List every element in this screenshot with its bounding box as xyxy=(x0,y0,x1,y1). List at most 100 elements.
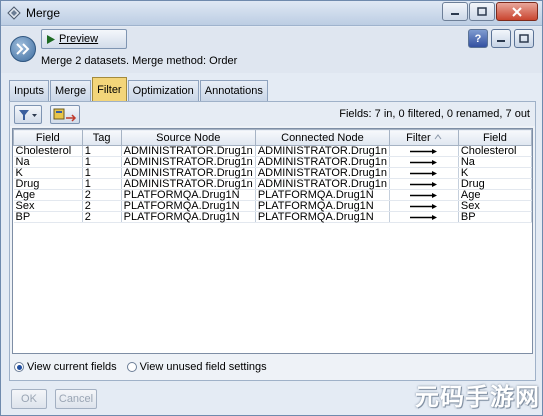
cell-connected-node: PLATFORMQA.Drug1N xyxy=(255,211,391,223)
cell-output-field[interactable]: Cholesterol xyxy=(458,145,533,157)
column-header-connected-node[interactable]: Connected Node xyxy=(254,129,391,146)
cell-connected-node: ADMINISTRATOR.Drug1n xyxy=(255,167,391,179)
node-description: Merge 2 datasets. Merge method: Order xyxy=(41,55,238,67)
table-row[interactable]: Cholesterol 1 ADMINISTRATOR.Drug1n ADMINIST… xyxy=(13,145,533,157)
radio-view-unused-fields[interactable]: View unused field settings xyxy=(126,361,267,373)
merge-node-icon xyxy=(10,36,36,62)
help-button[interactable]: ? xyxy=(468,29,488,48)
table-body: Cholesterol 1 ADMINISTRATOR.Drug1n ADMINIST… xyxy=(13,145,533,223)
column-header-output-field[interactable]: Field xyxy=(457,129,533,146)
filter-options-button[interactable] xyxy=(14,105,42,124)
cell-tag: 1 xyxy=(82,178,122,190)
preview-label: Preview xyxy=(59,33,99,45)
cell-output-field[interactable]: BP xyxy=(458,211,533,223)
maximize-button[interactable] xyxy=(469,2,495,21)
cell-filter-toggle[interactable] xyxy=(389,200,459,212)
pass-arrow-icon xyxy=(409,192,437,198)
view-mode-radios: View current fields View unused field se… xyxy=(14,361,267,373)
column-header-tag[interactable]: Tag xyxy=(81,129,122,146)
cell-source-node: ADMINISTRATOR.Drug1n xyxy=(121,178,256,190)
cell-output-field[interactable]: Drug xyxy=(458,178,533,190)
collapse-button[interactable] xyxy=(491,29,511,48)
filter-funnel-icon xyxy=(19,109,37,120)
radio-unused-label: View unused field settings xyxy=(139,361,267,373)
minimize-icon xyxy=(451,12,459,15)
preview-button[interactable]: Preview xyxy=(41,29,127,49)
field-filter-toggle-button[interactable] xyxy=(50,105,80,124)
cell-source-node: PLATFORMQA.Drug1N xyxy=(121,200,256,212)
help-icon: ? xyxy=(474,32,482,45)
cell-filter-toggle[interactable] xyxy=(389,189,459,201)
cell-tag: 1 xyxy=(82,156,122,168)
maximize-icon xyxy=(519,34,529,43)
cell-connected-node: ADMINISTRATOR.Drug1n xyxy=(255,178,391,190)
table-row[interactable]: K 1 ADMINISTRATOR.Drug1n ADMINISTRATOR.Drug… xyxy=(13,167,533,179)
window-title: Merge xyxy=(26,6,61,20)
radio-button-unselected[interactable] xyxy=(126,362,137,372)
tab-optimization[interactable]: Optimization xyxy=(127,80,199,101)
table-row[interactable]: BP 2 PLATFORMQA.Drug1N PLATFORMQA.Drug1N BP xyxy=(13,211,533,223)
cell-filter-toggle[interactable] xyxy=(389,178,459,190)
tab-filter[interactable]: Filter xyxy=(92,77,127,101)
cell-output-field[interactable]: Sex xyxy=(458,200,533,212)
cell-output-field[interactable]: K xyxy=(458,167,533,179)
cell-field: Cholesterol xyxy=(13,145,83,157)
column-header-source-node[interactable]: Source Node xyxy=(120,129,256,146)
table-header-row: Field Tag Source Node Connected Node Fil… xyxy=(13,129,533,146)
expand-button[interactable] xyxy=(514,29,534,48)
field-filter-icon xyxy=(53,108,77,122)
radio-button-selected[interactable] xyxy=(14,362,24,372)
pass-arrow-icon xyxy=(409,203,437,209)
minimize-icon xyxy=(497,39,505,42)
table-row[interactable]: Age 2 PLATFORMQA.Drug1N PLATFORMQA.Drug1N Ag… xyxy=(13,189,533,201)
cell-connected-node: PLATFORMQA.Drug1N xyxy=(255,189,391,201)
column-header-field[interactable]: Field xyxy=(13,129,83,146)
pass-arrow-icon xyxy=(409,159,437,165)
ok-button[interactable]: OK xyxy=(11,389,47,409)
cell-connected-node: ADMINISTRATOR.Drug1n xyxy=(255,156,391,168)
sort-indicator-icon xyxy=(434,133,442,139)
pass-arrow-icon xyxy=(409,181,437,187)
cell-source-node: ADMINISTRATOR.Drug1n xyxy=(121,145,256,157)
maximize-icon xyxy=(477,7,487,16)
cell-connected-node: ADMINISTRATOR.Drug1n xyxy=(255,145,391,157)
cell-tag: 2 xyxy=(82,200,122,212)
play-icon xyxy=(47,34,55,44)
cell-field: BP xyxy=(13,211,83,223)
cell-filter-toggle[interactable] xyxy=(389,211,459,223)
cell-output-field[interactable]: Na xyxy=(458,156,533,168)
cell-field: Na xyxy=(13,156,83,168)
cell-filter-toggle[interactable] xyxy=(389,167,459,179)
cell-field: Age xyxy=(13,189,83,201)
filter-panel: Fields: 7 in, 0 filtered, 0 renamed, 7 o… xyxy=(9,101,536,381)
close-icon xyxy=(512,6,522,17)
close-button[interactable] xyxy=(496,2,538,21)
filter-toolbar: Fields: 7 in, 0 filtered, 0 renamed, 7 o… xyxy=(10,102,535,126)
tab-annotations[interactable]: Annotations xyxy=(199,80,268,101)
window-controls xyxy=(442,2,538,21)
tab-inputs[interactable]: Inputs xyxy=(9,80,49,101)
cell-tag: 2 xyxy=(82,189,122,201)
cell-source-node: ADMINISTRATOR.Drug1n xyxy=(121,156,256,168)
table-row[interactable]: Sex 2 PLATFORMQA.Drug1N PLATFORMQA.Drug1N Se… xyxy=(13,200,533,212)
pass-arrow-icon xyxy=(409,148,437,154)
tab-merge[interactable]: Merge xyxy=(49,80,92,101)
table-row[interactable]: Na 1 ADMINISTRATOR.Drug1n ADMINISTRATOR.Dru… xyxy=(13,156,533,168)
cell-source-node: PLATFORMQA.Drug1N xyxy=(121,189,256,201)
cell-filter-toggle[interactable] xyxy=(389,156,459,168)
table-row[interactable]: Drug 1 ADMINISTRATOR.Drug1n ADMINISTRATOR.D… xyxy=(13,178,533,190)
cell-field: Sex xyxy=(13,200,83,212)
cell-output-field[interactable]: Age xyxy=(458,189,533,201)
cell-connected-node: PLATFORMQA.Drug1N xyxy=(255,200,391,212)
radio-view-current-fields[interactable]: View current fields xyxy=(14,361,117,373)
cancel-button[interactable]: Cancel xyxy=(55,389,97,409)
radio-current-label: View current fields xyxy=(27,361,117,373)
cell-filter-toggle[interactable] xyxy=(389,145,459,157)
field-table: Field Tag Source Node Connected Node Fil… xyxy=(12,128,533,354)
site-watermark: 元码手游网 xyxy=(415,384,540,411)
column-header-filter[interactable]: Filter xyxy=(389,129,459,146)
minimize-button[interactable] xyxy=(442,2,468,21)
pass-arrow-icon xyxy=(409,214,437,220)
title-bar: Merge xyxy=(1,1,542,26)
cell-field: K xyxy=(13,167,83,179)
